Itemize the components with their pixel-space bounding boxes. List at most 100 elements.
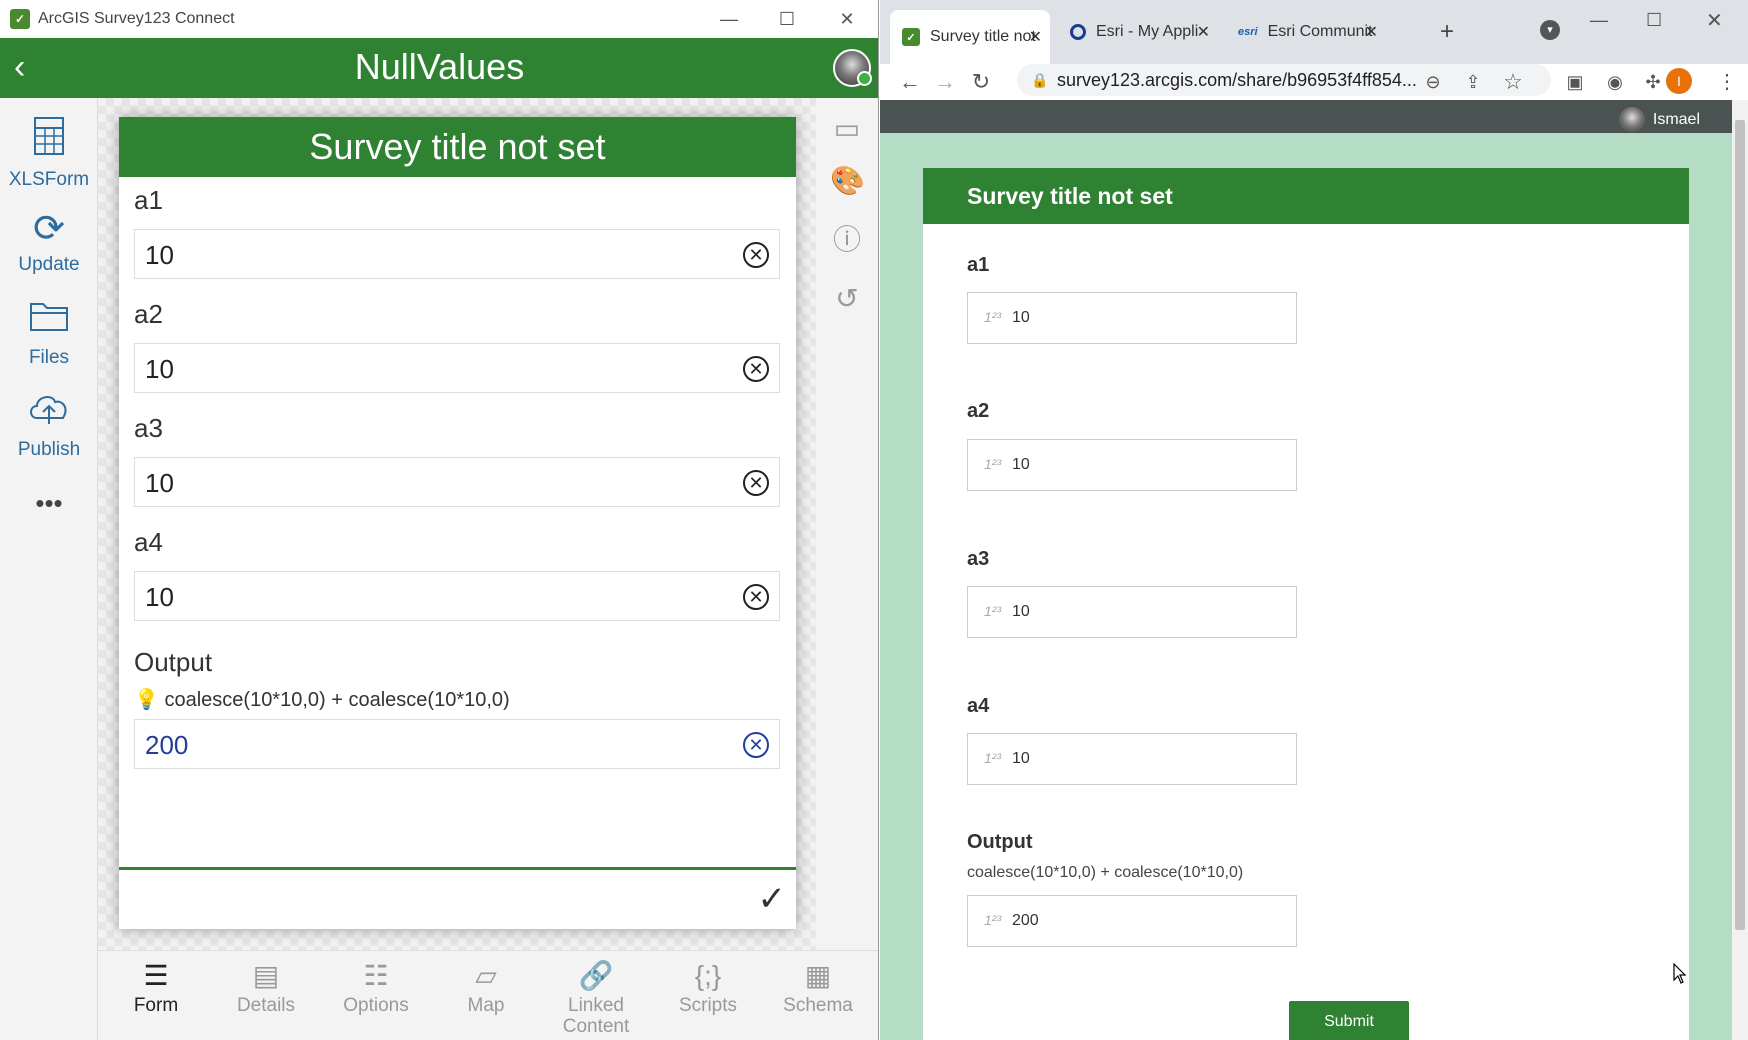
tab-scripts[interactable]: {;} Scripts (658, 959, 758, 1017)
tab-label: Linked Content (562, 995, 630, 1037)
user-menu[interactable]: Ismael (1618, 107, 1700, 133)
field-input-a1[interactable]: 10 ✕ (134, 229, 780, 279)
window-title: ArcGIS Survey123 Connect (38, 10, 235, 27)
profile-avatar[interactable]: I (1666, 68, 1692, 94)
bookmark-star-icon[interactable]: ☆ (1498, 64, 1528, 100)
form-title: Survey title not set (923, 168, 1689, 224)
close-tab-icon[interactable]: ✕ (1029, 27, 1042, 47)
field-input-a3[interactable]: 10 ✕ (134, 457, 780, 507)
extension-icon[interactable]: ▣ (1560, 64, 1590, 100)
tab-label: Form (133, 995, 179, 1016)
scrollbar-thumb[interactable] (1735, 120, 1745, 930)
field-label-output: Output (967, 831, 1033, 853)
tab-linked-content[interactable]: 🔗 Linked Content (546, 959, 646, 1037)
scripts-braces-icon: {;} (694, 960, 722, 991)
sidebar-item-label: Files (28, 347, 70, 368)
number-icon: 1²³ (984, 912, 1002, 928)
field-label-a1: a1 (134, 185, 163, 215)
field-input-a3[interactable]: 1²³ 10 (967, 586, 1297, 638)
clear-icon[interactable]: ✕ (743, 242, 769, 268)
reload-icon[interactable]: ↺ (830, 282, 864, 315)
extensions-puzzle-icon[interactable]: ✣ (1638, 64, 1668, 100)
tab-label: Schema (783, 995, 853, 1016)
spreadsheet-icon (0, 116, 98, 165)
user-name: Ismael (1652, 111, 1700, 128)
sidebar-item-xlsform[interactable]: XLSForm (0, 116, 98, 191)
survey123-app-icon: ✓ (10, 9, 30, 29)
output-hint: 💡 coalesce(10*10,0) + coalesce(10*10,0) (134, 687, 510, 712)
zoom-icon[interactable]: ⊖ (1418, 64, 1448, 100)
tab-schema[interactable]: ▦ Schema (768, 959, 868, 1017)
window-titlebar: ✓ ArcGIS Survey123 Connect — ☐ ✕ (0, 0, 878, 38)
palette-icon[interactable]: 🎨 (830, 164, 865, 197)
number-icon: 1²³ (984, 750, 1002, 766)
sidebar-item-label: Update (18, 254, 80, 275)
checkmark-submit-icon[interactable]: ✓ (758, 879, 787, 919)
clear-icon[interactable]: ✕ (743, 356, 769, 382)
browser-tab-esri-apps[interactable]: Esri - My Appli ✕ (1058, 12, 1218, 52)
field-input-output[interactable]: 200 ✕ (134, 719, 780, 769)
field-input-a4[interactable]: 10 ✕ (134, 571, 780, 621)
form-icon: ☰ (143, 960, 169, 991)
map-icon: ▱ (475, 960, 497, 991)
browser-tab-strip: ✓ Survey title not ✕ Esri - My Appli ✕ e… (880, 0, 1748, 64)
tab-map[interactable]: ▱ Map (436, 959, 536, 1017)
field-label-a2: a2 (134, 299, 163, 329)
close-tab-icon[interactable]: ✕ (1365, 22, 1378, 42)
tab-label: Details (236, 995, 296, 1016)
clear-icon[interactable]: ✕ (743, 584, 769, 610)
form-footer-divider (119, 867, 796, 870)
sidebar-item-update[interactable]: ⟳ Update (0, 208, 98, 276)
folder-icon (0, 298, 98, 343)
extension-circle-icon[interactable]: ◉ (1600, 64, 1630, 100)
info-icon[interactable]: ⓘ (830, 218, 864, 258)
browser-tab-esri-community[interactable]: esri Esri Communit ✕ (1226, 12, 1386, 52)
close-tab-icon[interactable]: ✕ (1197, 22, 1210, 42)
minimize-button[interactable]: — (1590, 10, 1608, 31)
close-button[interactable]: ✕ (1706, 8, 1723, 33)
browser-tab-survey[interactable]: ✓ Survey title not ✕ (890, 10, 1050, 64)
back-arrow-icon[interactable]: ← (895, 64, 925, 100)
clear-icon[interactable]: ✕ (743, 470, 769, 496)
browser-window: ✓ Survey title not ✕ Esri - My Appli ✕ e… (880, 0, 1748, 1040)
field-label-a1: a1 (967, 254, 990, 276)
refresh-icon: ⟳ (33, 208, 65, 250)
field-label-a4: a4 (134, 527, 163, 557)
tab-details[interactable]: ▤ Details (216, 959, 316, 1017)
share-icon[interactable]: ⇪ (1458, 64, 1488, 100)
field-input-a4[interactable]: 1²³ 10 (967, 733, 1297, 785)
field-input-a1[interactable]: 1²³ 10 (967, 292, 1297, 344)
output-hint: coalesce(10*10,0) + coalesce(10*10,0) (967, 864, 1244, 881)
field-input-a2[interactable]: 10 ✕ (134, 343, 780, 393)
more-icon[interactable]: ••• (0, 488, 98, 519)
field-value: 10 (145, 468, 174, 498)
url-text: survey123.arcgis.com/share/b96953f4ff854… (1057, 70, 1417, 90)
sidebar-item-files[interactable]: Files (0, 298, 98, 369)
details-icon: ▤ (252, 960, 280, 991)
desktop-preview-icon[interactable]: ▭ (830, 112, 864, 145)
maximize-button[interactable]: ☐ (758, 0, 816, 38)
new-tab-plus-icon[interactable]: + (1440, 18, 1454, 46)
user-avatar[interactable] (833, 49, 872, 87)
maximize-button[interactable]: ☐ (1646, 10, 1662, 31)
number-icon: 1²³ (984, 603, 1002, 619)
clear-icon[interactable]: ✕ (743, 732, 769, 758)
field-value: 10 (145, 354, 174, 384)
field-input-a2[interactable]: 1²³ 10 (967, 439, 1297, 491)
close-button[interactable]: ✕ (818, 0, 876, 38)
sidebar-item-publish[interactable]: Publish (0, 388, 98, 461)
reload-icon[interactable]: ↻ (966, 64, 996, 100)
field-input-output[interactable]: 1²³ 200 (967, 895, 1297, 947)
minimize-button[interactable]: — (700, 0, 758, 38)
field-label-a3: a3 (134, 413, 163, 443)
forward-arrow-icon[interactable]: → (930, 64, 960, 100)
field-value: 200 (1012, 912, 1039, 929)
tab-label: Scripts (678, 995, 738, 1016)
kebab-menu-icon[interactable]: ⋮ (1712, 64, 1742, 100)
submit-button[interactable]: Submit (1289, 1001, 1409, 1040)
tab-options[interactable]: ☷ Options (326, 959, 426, 1017)
tab-form[interactable]: ☰ Form (106, 959, 206, 1017)
page-scrollbar[interactable] (1732, 100, 1748, 1040)
web-page: Ismael Survey title not set a1 1²³ 10 a2… (880, 100, 1748, 1040)
tab-search-dropdown-icon[interactable]: ▾ (1540, 20, 1560, 40)
